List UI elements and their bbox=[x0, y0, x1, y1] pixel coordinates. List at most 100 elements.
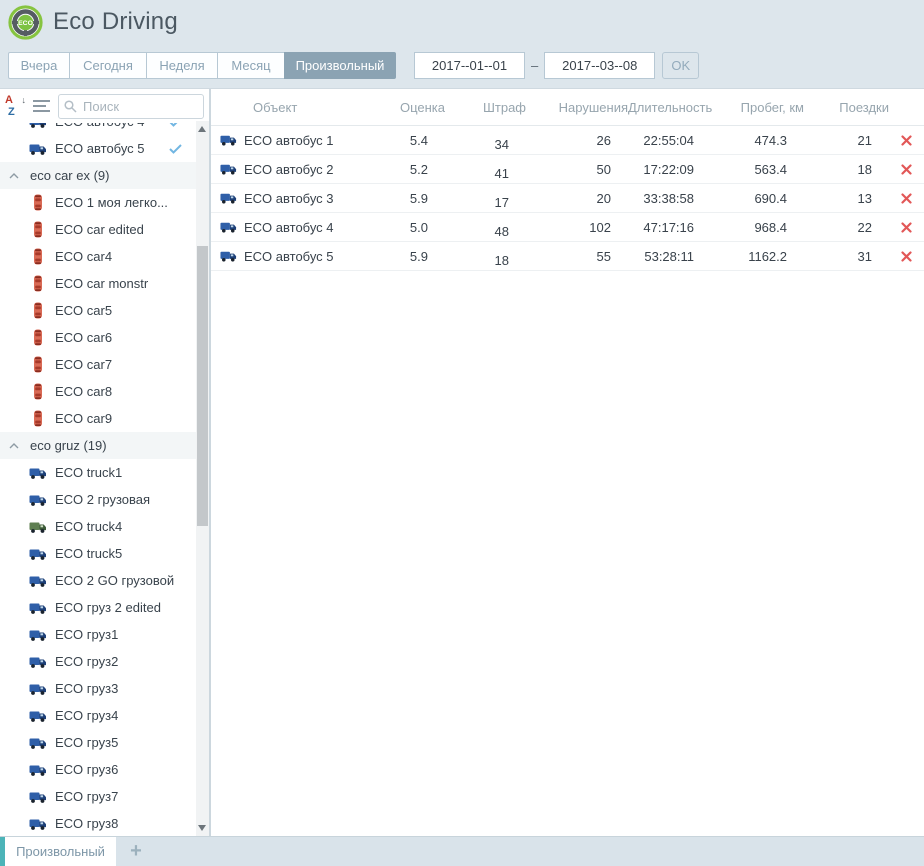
column-header-object[interactable]: Объект bbox=[211, 100, 392, 115]
unit-row[interactable]: ECO truck4 bbox=[0, 513, 196, 540]
column-header-penalty[interactable]: Штраф bbox=[445, 100, 526, 115]
car-icon bbox=[28, 275, 48, 292]
trips-value: 21 bbox=[804, 133, 889, 148]
car-icon bbox=[28, 194, 48, 211]
score-value: 5.9 bbox=[392, 249, 445, 264]
column-header-violations[interactable]: Нарушения bbox=[526, 100, 628, 115]
scroll-down-arrow-icon[interactable] bbox=[198, 825, 206, 831]
close-icon bbox=[901, 222, 912, 233]
unit-row[interactable]: ECO 1 моя легко... bbox=[0, 189, 196, 216]
penalty-value[interactable]: 34 bbox=[445, 137, 526, 152]
sidebar-scrollbar[interactable] bbox=[196, 121, 209, 836]
unit-row[interactable]: ECO car7 bbox=[0, 351, 196, 378]
unit-row[interactable]: ECO груз6 bbox=[0, 756, 196, 783]
unit-label: ECO автобус 4 bbox=[55, 123, 145, 129]
column-header-duration[interactable]: Длительность bbox=[628, 100, 711, 115]
chevron-up-icon bbox=[9, 173, 21, 179]
unit-label: ECO 2 грузовая bbox=[55, 492, 150, 507]
car-icon bbox=[28, 383, 48, 400]
date-to-input[interactable] bbox=[544, 52, 655, 79]
unit-label: ECO 2 GO грузовой bbox=[55, 573, 174, 588]
period-tab-yesterday[interactable]: Вчера bbox=[8, 52, 70, 79]
close-icon bbox=[901, 251, 912, 262]
toolbar: Вчера Сегодня Неделя Месяц Произвольный … bbox=[0, 44, 924, 88]
content-area: A↓Z ECO автобус 4 ECO автобус 5 eco car … bbox=[0, 88, 924, 836]
period-tab-today[interactable]: Сегодня bbox=[69, 52, 147, 79]
group-row[interactable]: eco gruz (19) bbox=[0, 432, 196, 459]
unit-row[interactable]: ECO груз1 bbox=[0, 621, 196, 648]
add-tab-button[interactable]: + bbox=[119, 837, 153, 866]
unit-row[interactable]: ECO груз2 bbox=[0, 648, 196, 675]
date-range-separator: – bbox=[531, 58, 538, 73]
unit-row[interactable]: ECO груз4 bbox=[0, 702, 196, 729]
unit-row[interactable]: ECO car monstr bbox=[0, 270, 196, 297]
delete-row-button[interactable] bbox=[889, 222, 924, 233]
period-tab-week[interactable]: Неделя bbox=[146, 52, 218, 79]
penalty-value[interactable]: 18 bbox=[445, 253, 526, 268]
unit-row[interactable]: ECO 2 GO грузовой bbox=[0, 567, 196, 594]
column-header-trips[interactable]: Поездки bbox=[804, 100, 889, 115]
table-row[interactable]: ECO автобус 4 5.0 48 102 47:17:16 968.4 … bbox=[211, 213, 924, 242]
unit-row[interactable]: ECO car edited bbox=[0, 216, 196, 243]
violations-value: 26 bbox=[526, 133, 628, 148]
report-tab-custom[interactable]: Произвольный bbox=[5, 837, 116, 866]
unit-name: ECO автобус 1 bbox=[237, 133, 392, 148]
sort-az-icon[interactable]: A↓Z bbox=[5, 96, 26, 116]
unit-label: ECO груз3 bbox=[55, 681, 118, 696]
unit-row[interactable]: ECO car6 bbox=[0, 324, 196, 351]
unit-row[interactable]: ECO груз7 bbox=[0, 783, 196, 810]
unit-row[interactable]: ECO автобус 5 bbox=[0, 135, 196, 162]
truck-icon bbox=[28, 601, 48, 615]
period-tab-custom[interactable]: Произвольный bbox=[284, 52, 396, 79]
violations-value: 55 bbox=[526, 249, 628, 264]
mileage-value: 968.4 bbox=[711, 220, 804, 235]
unit-row[interactable]: ECO груз5 bbox=[0, 729, 196, 756]
duration-value: 33:38:58 bbox=[628, 191, 711, 206]
list-view-icon[interactable] bbox=[33, 97, 50, 115]
unit-row[interactable]: ECO груз8 bbox=[0, 810, 196, 836]
penalty-value[interactable]: 41 bbox=[445, 166, 526, 181]
delete-row-button[interactable] bbox=[889, 135, 924, 146]
table-row[interactable]: ECO автобус 1 5.4 34 26 22:55:04 474.3 2… bbox=[211, 126, 924, 155]
group-row[interactable]: eco car ex (9) bbox=[0, 162, 196, 189]
mileage-value: 474.3 bbox=[711, 133, 804, 148]
unit-row[interactable]: ECO 2 грузовая bbox=[0, 486, 196, 513]
unit-label: ECO truck4 bbox=[55, 519, 122, 534]
truck-icon bbox=[28, 709, 48, 723]
unit-row[interactable]: ECO груз 2 edited bbox=[0, 594, 196, 621]
sidebar-controls: A↓Z bbox=[0, 89, 209, 123]
penalty-value[interactable]: 48 bbox=[445, 224, 526, 239]
search-input[interactable] bbox=[58, 94, 204, 119]
unit-name: ECO автобус 2 bbox=[237, 162, 392, 177]
unit-label: ECO car4 bbox=[55, 249, 112, 264]
scroll-up-arrow-icon[interactable] bbox=[198, 126, 206, 132]
unit-label: ECO car edited bbox=[55, 222, 144, 237]
table-row[interactable]: ECO автобус 2 5.2 41 50 17:22:09 563.4 1… bbox=[211, 155, 924, 184]
truck-icon bbox=[211, 220, 237, 234]
unit-name: ECO автобус 5 bbox=[237, 249, 392, 264]
unit-label: ECO груз4 bbox=[55, 708, 118, 723]
penalty-value[interactable]: 17 bbox=[445, 195, 526, 210]
date-range: – OK bbox=[414, 52, 699, 79]
date-from-input[interactable] bbox=[414, 52, 525, 79]
unit-label: ECO груз 2 edited bbox=[55, 600, 161, 615]
delete-row-button[interactable] bbox=[889, 251, 924, 262]
period-tab-month[interactable]: Месяц bbox=[217, 52, 285, 79]
unit-label: ECO груз2 bbox=[55, 654, 118, 669]
unit-row[interactable]: ECO truck1 bbox=[0, 459, 196, 486]
delete-row-button[interactable] bbox=[889, 193, 924, 204]
unit-row[interactable]: ECO груз3 bbox=[0, 675, 196, 702]
table-row[interactable]: ECO автобус 5 5.9 18 55 53:28:11 1162.2 … bbox=[211, 242, 924, 271]
scrollbar-thumb[interactable] bbox=[197, 246, 208, 526]
unit-row[interactable]: ECO truck5 bbox=[0, 540, 196, 567]
delete-row-button[interactable] bbox=[889, 164, 924, 175]
unit-row[interactable]: ECO car4 bbox=[0, 243, 196, 270]
ok-button[interactable]: OK bbox=[662, 52, 699, 79]
column-header-score[interactable]: Оценка bbox=[392, 100, 445, 115]
unit-row[interactable]: ECO car8 bbox=[0, 378, 196, 405]
unit-row[interactable]: ECO автобус 4 bbox=[0, 123, 196, 135]
column-header-mileage[interactable]: Пробег, км bbox=[711, 100, 804, 115]
unit-row[interactable]: ECO car9 bbox=[0, 405, 196, 432]
table-row[interactable]: ECO автобус 3 5.9 17 20 33:38:58 690.4 1… bbox=[211, 184, 924, 213]
unit-row[interactable]: ECO car5 bbox=[0, 297, 196, 324]
